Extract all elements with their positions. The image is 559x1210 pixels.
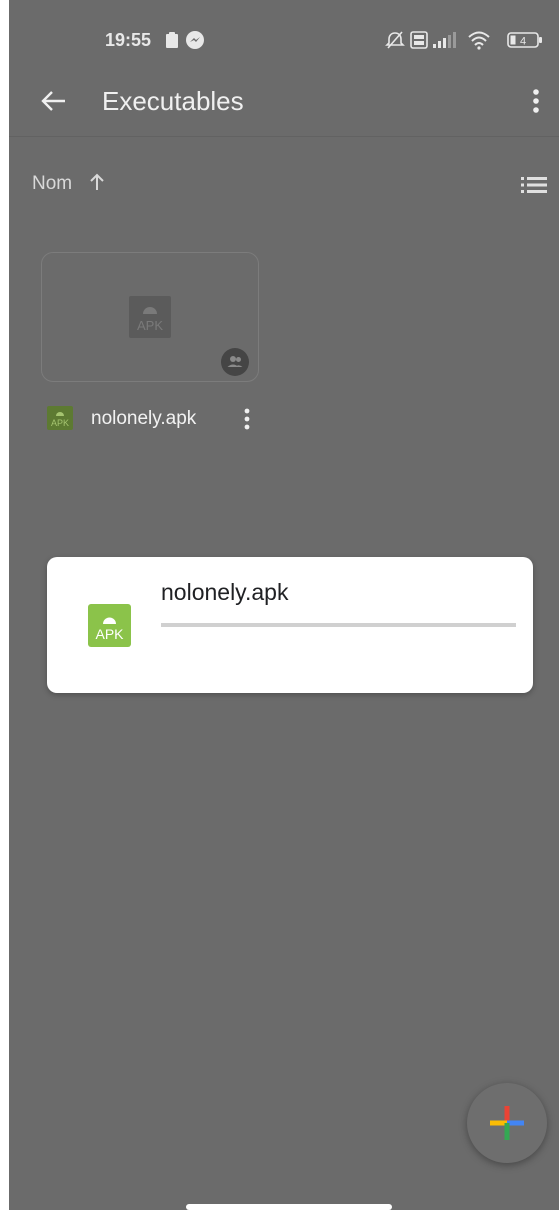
android-icon: APK (95, 617, 124, 642)
app-bar: Executables (9, 70, 559, 134)
shared-people-icon (227, 356, 243, 367)
screen: 19:55 4 Executables Nom APK APK nolonely… (0, 0, 559, 1210)
status-time: 19:55 (105, 30, 152, 50)
messenger-icon (185, 30, 205, 50)
wifi-icon (467, 30, 491, 50)
view-mode-button[interactable] (519, 173, 549, 197)
alarm-off-icon (385, 30, 405, 50)
add-button[interactable] (467, 1083, 547, 1163)
apk-file-icon: APK (47, 406, 73, 430)
sort-button[interactable]: Nom (32, 173, 72, 195)
file-name: nolonely.apk (91, 408, 197, 429)
dialog-apk-icon: APK (88, 604, 131, 647)
dialog-file-name: nolonely.apk (161, 579, 289, 605)
file-item[interactable]: APK nolonely.apk (41, 398, 271, 438)
arrow-up-icon[interactable] (88, 172, 106, 192)
battery-icon: 4 (507, 30, 543, 50)
more-vert-icon (533, 89, 539, 113)
progress-bar (161, 623, 516, 627)
apk-thumbnail: APK (129, 296, 171, 338)
volte-icon (410, 30, 428, 50)
dialog-apk-label: APK (95, 626, 124, 642)
overflow-menu-button[interactable] (524, 84, 548, 118)
app-bar-divider (9, 136, 559, 137)
page-title: Executables (102, 86, 244, 116)
arrow-back-icon (41, 91, 65, 111)
file-more-button[interactable] (237, 404, 257, 434)
svg-text:APK: APK (51, 418, 69, 428)
file-card[interactable]: APK (41, 252, 259, 382)
left-edge (0, 0, 9, 1210)
list-view-icon (521, 177, 547, 193)
shared-badge (221, 348, 249, 376)
back-button[interactable] (37, 84, 71, 118)
signal-icon (432, 30, 458, 50)
battery-level: 4 (520, 36, 526, 48)
apk-thumb-label: APK (137, 318, 163, 333)
progress-dialog: APK nolonely.apk (47, 557, 533, 693)
status-bar: 19:55 4 (9, 0, 559, 80)
more-vert-icon (244, 408, 250, 430)
clipboard-icon (165, 30, 179, 50)
android-icon: APK (137, 307, 163, 333)
sort-row: Nom (9, 165, 559, 205)
plus-icon (490, 1106, 524, 1140)
navigation-handle[interactable] (186, 1204, 392, 1210)
